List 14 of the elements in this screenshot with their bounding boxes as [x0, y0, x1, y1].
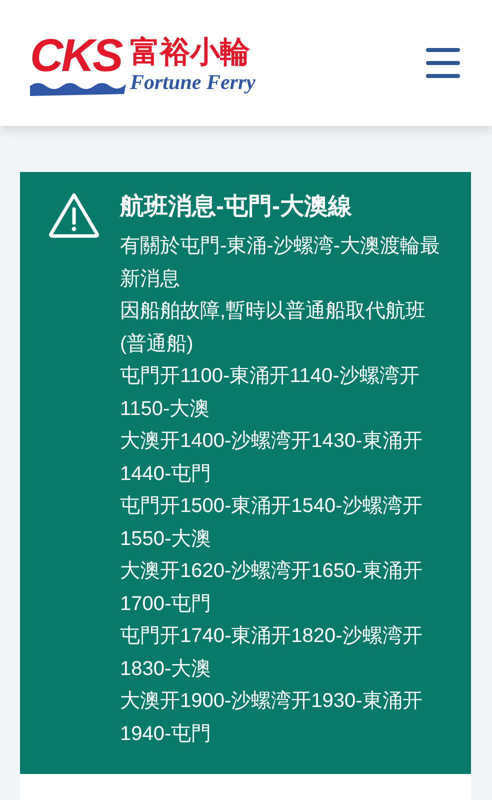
notice-text: 大澳开1900-沙螺湾开1930-東涌开1940-屯門 — [120, 689, 424, 746]
notice-text: 有關於屯門-東涌-沙螺湾-大澳渡輪最新消息 — [120, 234, 441, 292]
notice-text: 大澳开1400-沙螺湾开1430-東涌开1440-屯門 — [120, 429, 424, 486]
menu-button[interactable] — [426, 47, 460, 79]
notice-text: 屯門开1100-東涌开1140-沙螺湾开1150-大澳 — [120, 364, 420, 422]
notice-text: 屯門开1740-東涌开1820-沙螺湾开1830-大澳 — [120, 624, 424, 682]
notice-title: 航班消息-屯門-大澳線 — [120, 192, 353, 222]
logo-chinese-name: 富裕小輪 — [130, 36, 251, 70]
notice-text: 因船舶故障,暫時以普通船取代航班(普通船) — [120, 299, 427, 356]
notice-text: 大澳开1620-沙螺湾开1650-東涌开1700-屯門 — [120, 559, 424, 616]
notice-text: 屯門开1500-東涌开1540-沙螺湾开1550-大澳 — [120, 494, 424, 552]
logo-mark: CKS — [30, 28, 122, 80]
warning-icon — [48, 192, 100, 238]
logo-english-name: Fortune Ferry — [130, 70, 256, 94]
